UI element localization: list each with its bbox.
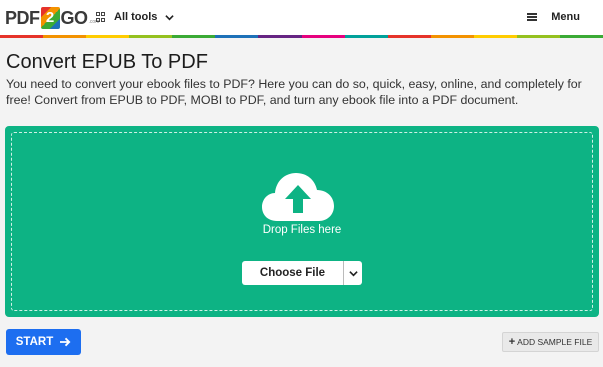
logo-text-pdf: PDF [5, 7, 40, 28]
chevron-down-icon [165, 14, 175, 20]
add-sample-file-label: ADD SAMPLE FILE [517, 337, 593, 347]
page-description: You need to convert your ebook files to … [6, 77, 582, 107]
color-strip-segment [215, 35, 259, 38]
color-strip-segment [0, 35, 44, 38]
page-title: Convert EPUB To PDF [6, 51, 208, 73]
color-strip-segment [301, 35, 345, 38]
logo-text-go: GO [60, 7, 89, 28]
color-strip-segment [387, 35, 431, 38]
pdf2go-logo[interactable]: PDF 2 GO .com [5, 6, 99, 30]
arrow-right-icon [60, 337, 71, 347]
choose-file-options-button[interactable] [343, 261, 362, 285]
header: PDF 2 GO .com All tools Menu [0, 0, 603, 36]
add-sample-file-button[interactable]: + ADD SAMPLE FILE [502, 332, 599, 352]
start-button[interactable]: START [6, 329, 81, 355]
logo-badge: 2 [40, 7, 60, 29]
menu-button[interactable]: Menu [527, 9, 580, 25]
color-strip-segment [430, 35, 474, 38]
color-strip-segment [172, 35, 216, 38]
color-strip-segment [473, 35, 517, 38]
color-strip-segment [86, 35, 130, 38]
choose-file-group: Choose File [242, 261, 362, 285]
color-strip-segment [516, 35, 561, 38]
plus-icon: + [508, 336, 516, 348]
logo-text-2: 2 [45, 9, 55, 26]
color-strip-segment [560, 35, 603, 38]
menu-label: Menu [551, 11, 580, 23]
color-strip-segment [344, 35, 388, 38]
color-strip-segment [129, 35, 173, 38]
all-tools-label: All tools [114, 11, 158, 23]
hamburger-icon [527, 13, 538, 21]
all-tools-dropdown[interactable]: All tools [96, 9, 175, 25]
cloud-upload-icon [262, 173, 334, 221]
drop-files-text: Drop Files here [262, 224, 342, 236]
chevron-down-icon [348, 270, 358, 276]
color-strip-segment [43, 35, 87, 38]
start-label: START [15, 336, 54, 348]
color-strip [0, 35, 603, 38]
color-strip-segment [258, 35, 302, 38]
choose-file-button[interactable]: Choose File [242, 261, 343, 285]
grid-icon [96, 12, 106, 22]
